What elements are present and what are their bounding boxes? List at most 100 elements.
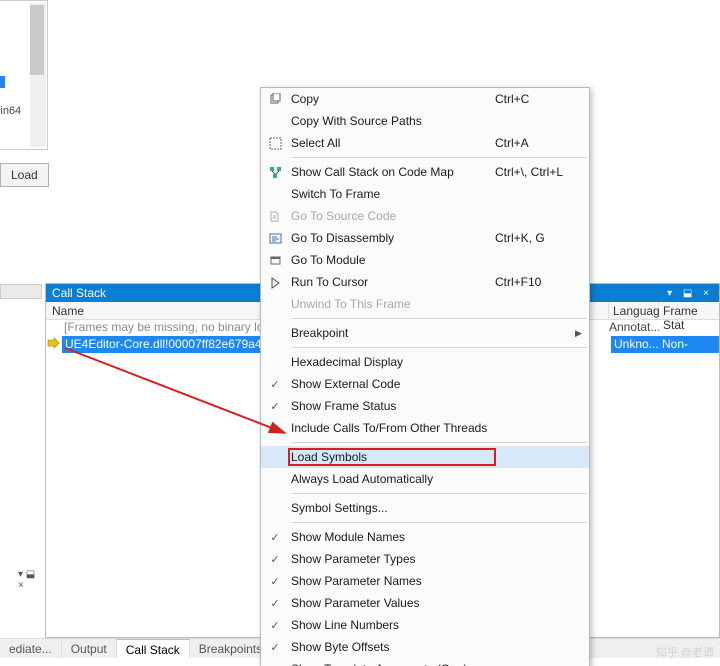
src-icon: [261, 210, 289, 223]
menu-separator: [291, 318, 587, 319]
menu-item-label: Breakpoint: [289, 326, 495, 340]
menu-separator: [291, 522, 587, 523]
callstack-window-controls[interactable]: ▾ ⬓ ×: [667, 288, 713, 299]
locals-thumbnail-panel: [0, 0, 48, 150]
menu-item-shortcut: Ctrl+\, Ctrl+L: [495, 165, 575, 179]
menu-item-label: Go To Source Code: [289, 209, 495, 223]
menu-item-label: Copy: [289, 92, 495, 106]
menu-item-show-call-stack-on-code-map[interactable]: Show Call Stack on Code MapCtrl+\, Ctrl+…: [261, 161, 589, 183]
module-icon: [261, 254, 289, 267]
menu-item-label: Show Line Numbers: [289, 618, 495, 632]
menu-item-label: Show Parameter Types: [289, 552, 495, 566]
copy-icon: [261, 93, 289, 106]
menu-item-label: Select All: [289, 136, 495, 150]
menu-item-show-byte-offsets[interactable]: Show Byte Offsets: [261, 636, 589, 658]
blank-icon: [261, 575, 289, 588]
menu-item-show-parameter-names[interactable]: Show Parameter Names: [261, 570, 589, 592]
current-frame-icon: [46, 336, 62, 353]
menu-item-show-module-names[interactable]: Show Module Names: [261, 526, 589, 548]
menu-item-load-symbols[interactable]: Load Symbols: [261, 446, 589, 468]
blank-icon: [261, 553, 289, 566]
menu-item-run-to-cursor[interactable]: Run To CursorCtrl+F10: [261, 271, 589, 293]
dock-stub-controls[interactable]: ▾ ⬓ ×: [18, 569, 41, 591]
menu-item-label: Show Call Stack on Code Map: [289, 165, 495, 179]
menu-item-label: Symbol Settings...: [289, 501, 495, 515]
menu-item-label: Show Template Arguments (C++): [289, 662, 495, 666]
thumbnail-text: Win64: [0, 105, 21, 117]
selall-icon: [261, 137, 289, 150]
menu-item-breakpoint[interactable]: Breakpoint ▶: [261, 322, 589, 344]
thumbnail-scrollbar[interactable]: [30, 3, 46, 147]
tab-output[interactable]: Output: [62, 639, 117, 658]
frames-missing-status: Annotat...: [609, 320, 719, 336]
menu-item-label: Show External Code: [289, 377, 495, 391]
menu-item-show-external-code[interactable]: Show External Code: [261, 373, 589, 395]
menu-separator: [291, 347, 587, 348]
menu-item-hexadecimal-display[interactable]: Hexadecimal Display: [261, 351, 589, 373]
menu-separator: [291, 442, 587, 443]
menu-item-go-to-disassembly[interactable]: Go To DisassemblyCtrl+K, G: [261, 227, 589, 249]
menu-item-go-to-source-code: Go To Source Code: [261, 205, 589, 227]
menu-item-go-to-module[interactable]: Go To Module: [261, 249, 589, 271]
callstack-title: Call Stack: [52, 286, 106, 300]
frame-status: Non-use...: [659, 336, 719, 353]
menu-item-copy[interactable]: CopyCtrl+C: [261, 88, 589, 110]
menu-item-label: Show Parameter Values: [289, 596, 495, 610]
menu-item-label: Show Frame Status: [289, 399, 495, 413]
menu-separator: [291, 493, 587, 494]
menu-item-shortcut: Ctrl+K, G: [495, 231, 575, 245]
menu-item-shortcut: Ctrl+F10: [495, 275, 575, 289]
dock-stub[interactable]: ▾ ⬓ ×: [0, 284, 42, 299]
disasm-icon: [261, 232, 289, 245]
menu-item-show-parameter-values[interactable]: Show Parameter Values: [261, 592, 589, 614]
menu-item-label: Always Load Automatically: [289, 472, 495, 486]
menu-item-show-frame-status[interactable]: Show Frame Status: [261, 395, 589, 417]
scrollbar-thumb[interactable]: [30, 5, 44, 75]
frame-name: UE4Editor-Core.dll!00007ff82e679a48(): [62, 336, 271, 353]
menu-item-select-all[interactable]: Select AllCtrl+A: [261, 132, 589, 154]
menu-item-switch-to-frame[interactable]: Switch To Frame: [261, 183, 589, 205]
col-language[interactable]: Languag: [609, 302, 659, 319]
map-icon: [261, 166, 289, 179]
menu-item-show-line-numbers[interactable]: Show Line Numbers: [261, 614, 589, 636]
blank-icon: [261, 378, 289, 391]
submenu-arrow-icon: ▶: [575, 328, 589, 339]
menu-item-label: Unwind To This Frame: [289, 297, 495, 311]
menu-item-label: Hexadecimal Display: [289, 355, 495, 369]
watermark: 知乎 @老谭: [656, 644, 714, 660]
menu-item-always-load-automatically[interactable]: Always Load Automatically: [261, 468, 589, 490]
thumbnail-selection: [0, 76, 5, 88]
menu-item-shortcut: Ctrl+A: [495, 136, 575, 150]
menu-item-label: Show Parameter Names: [289, 574, 495, 588]
menu-item-label: Go To Disassembly: [289, 231, 495, 245]
blank-icon: [261, 619, 289, 632]
menu-item-label: Switch To Frame: [289, 187, 495, 201]
menu-item-label: Include Calls To/From Other Threads: [289, 421, 495, 435]
menu-item-show-parameter-types[interactable]: Show Parameter Types: [261, 548, 589, 570]
menu-item-show-template-arguments-c[interactable]: Show Template Arguments (C++): [261, 658, 589, 666]
blank-icon: [261, 422, 289, 435]
col-framestatus[interactable]: Frame Stat: [659, 302, 719, 319]
menu-item-label: Run To Cursor: [289, 275, 495, 289]
menu-item-copy-with-source-paths[interactable]: Copy With Source Paths: [261, 110, 589, 132]
blank-icon: [261, 597, 289, 610]
menu-item-label: Show Module Names: [289, 530, 495, 544]
tab-ediate[interactable]: ediate...: [0, 639, 62, 658]
menu-item-label: Go To Module: [289, 253, 495, 267]
callstack-context-menu: CopyCtrl+CCopy With Source PathsSelect A…: [260, 87, 590, 666]
blank-icon: [261, 641, 289, 654]
blank-icon: [261, 400, 289, 413]
menu-item-label: Show Byte Offsets: [289, 640, 495, 654]
menu-item-unwind-to-this-frame: Unwind To This Frame: [261, 293, 589, 315]
load-button[interactable]: Load: [0, 163, 49, 187]
blank-icon: [261, 531, 289, 544]
menu-item-shortcut: Ctrl+C: [495, 92, 575, 106]
menu-item-label: Load Symbols: [289, 449, 495, 465]
tab-call-stack[interactable]: Call Stack: [117, 639, 190, 658]
menu-separator: [291, 157, 587, 158]
cursor-icon: [261, 276, 289, 289]
menu-item-label: Copy With Source Paths: [289, 114, 495, 128]
menu-item-symbol-settings[interactable]: Symbol Settings...: [261, 497, 589, 519]
blank-icon: [261, 663, 289, 666]
menu-item-include-calls-to-from-other-threads[interactable]: Include Calls To/From Other Threads: [261, 417, 589, 439]
